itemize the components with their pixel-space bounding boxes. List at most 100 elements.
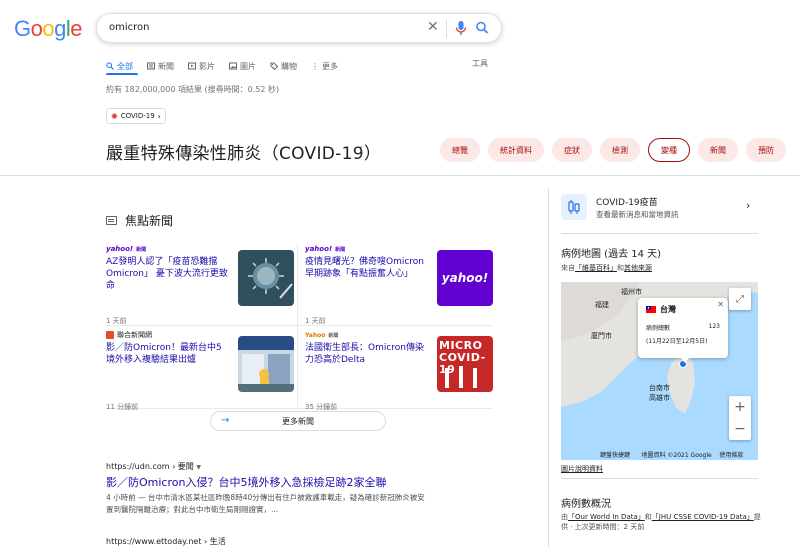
news-thumbnail [238, 250, 294, 306]
logo-letter: e [70, 16, 83, 41]
logo-letter: o [30, 16, 43, 41]
result-title[interactable]: 影／防Omicron入侵？台中5境外移入急採檢足跡2家全聯 [106, 474, 386, 490]
search-tabs: 全部 新聞 影片 圖片 購物 ⋮ 更多 [106, 58, 352, 74]
video-icon [188, 62, 196, 70]
pill-prevention[interactable]: 預防 [746, 138, 786, 162]
news-card[interactable]: yahoo! 新聞 AZ發明人認了「疫苗恐難擋Omicron」 憂下波大流行更致… [106, 244, 294, 326]
virus-icon: ✺ [111, 111, 118, 121]
udn-logo-icon [106, 331, 114, 339]
case-overview-title: 病例數概況 [561, 499, 611, 510]
case-map-title: 病例地圖 (過去 14 天) [561, 249, 662, 260]
divider [446, 20, 447, 38]
tab-shopping[interactable]: 購物 [270, 58, 297, 74]
google-logo[interactable]: Google [14, 16, 83, 42]
result-snippet: 置到醫院隔離治療；對此台中市衛生局剛剛證實，... [106, 505, 279, 514]
more-news-button[interactable]: → 更多新聞 [210, 411, 386, 431]
pill-symptoms[interactable]: 症狀 [552, 138, 592, 162]
map-data-credit: 地圖資料 ©2021 Google [641, 452, 712, 459]
case-map-source: 來自「維基百科」和其他來源 [561, 264, 652, 272]
popup-region: 台灣 [660, 305, 676, 314]
news-time: 1 天前 [305, 317, 326, 325]
tab-more[interactable]: ⋮ 更多 [311, 58, 338, 74]
vaccine-title[interactable]: COVID-19疫苗 [596, 195, 658, 208]
zoom-out-button[interactable]: − [729, 418, 751, 440]
divider [561, 478, 758, 479]
divider [0, 175, 800, 176]
arrow-right-icon: → [221, 415, 230, 426]
popup-case-label: 病例總數 [646, 325, 671, 332]
news-time: 1 天前 [106, 317, 127, 325]
logo-letter: G [14, 16, 31, 41]
close-icon[interactable]: ✕ [717, 300, 724, 309]
mic-icon[interactable] [455, 20, 467, 39]
covid-chip[interactable]: ✺ COVID-19 › [106, 108, 166, 124]
taiwan-flag-icon [646, 306, 656, 313]
tag-icon [270, 62, 278, 70]
zoom-control: + − [729, 396, 751, 440]
result-stats: 約有 182,000,000 項結果 (搜尋時間：0.52 秒) [106, 85, 280, 94]
result-url[interactable]: https://udn.com › 要聞 ▼ [106, 461, 201, 472]
topic-title: 嚴重特殊傳染性肺炎（COVID-19） [106, 144, 382, 164]
zoom-in-button[interactable]: + [729, 396, 751, 418]
case-overview-source: 由「Our World In Data」和「JHU CSSE COVID-19 … [561, 513, 761, 531]
active-tab-indicator [106, 73, 138, 75]
news-card[interactable]: 聯合新聞網 影／防Omicron！最新台中5境外移入複驗結果出爐 11 分鐘前 [106, 330, 294, 412]
case-map[interactable]: 福州市 福建 廈門市 台南市 高雄市 台灣 ✕ 病例總數 123 (11月22日… [561, 282, 758, 460]
news-headline[interactable]: AZ發明人認了「疫苗恐難擋Omicron」 憂下波大流行更致命 [106, 256, 228, 292]
divider [561, 233, 758, 234]
chevron-right-icon: › [157, 111, 161, 121]
search-box[interactable]: omicron ✕ [96, 13, 502, 43]
search-input[interactable]: omicron [109, 22, 149, 33]
popup-case-value: 123 [708, 323, 720, 330]
pill-testing[interactable]: 檢測 [600, 138, 640, 162]
close-icon[interactable]: ✕ [427, 19, 439, 35]
popup-date-range: (11月22日至12月5日) [646, 338, 708, 345]
pill-news[interactable]: 新聞 [698, 138, 738, 162]
vaccine-subtitle: 查看最新消息和當地資訊 [596, 210, 679, 219]
top-stories-heading: 焦點新聞 [106, 212, 173, 229]
news-headline[interactable]: 疫情見曙光？佛奇嗖Omicron早期跡象「有點振奮人心」 [305, 256, 427, 280]
map-footer: 鍵盤快捷鍵 地圖資料 ©2021 Google 使用條款 [600, 450, 743, 459]
news-thumbnail: MICRO COVID-19 [437, 336, 493, 392]
logo-letter: g [54, 16, 66, 41]
map-label-xiamen: 廈門市 [591, 331, 612, 340]
news-card[interactable]: yahoo! 新聞 疫情見曙光？佛奇嗖Omicron早期跡象「有點振奮人心」 1… [305, 244, 493, 326]
divider [548, 188, 549, 547]
fullscreen-icon[interactable]: ⤢ [729, 288, 751, 310]
pill-variants[interactable]: 變種 [648, 138, 690, 162]
news-time: 11 分鐘前 [106, 403, 139, 411]
news-card[interactable]: Yahoo 新聞 法國衛生部長：Omicron傳染力恐高於Delta 35 分鐘… [305, 330, 493, 412]
popup-pointer [681, 358, 689, 363]
caret-down-icon: ▼ [196, 464, 201, 471]
result-url[interactable]: https://www.ettoday.net › 生活 [106, 536, 226, 547]
map-label-tainan: 台南市 [649, 383, 670, 392]
chevron-right-icon[interactable]: › [746, 199, 750, 212]
image-icon [229, 62, 237, 70]
map-label-kaohsiung: 高雄市 [649, 393, 670, 402]
tools-button[interactable]: 工具 [472, 58, 488, 69]
pill-statistics[interactable]: 統計資料 [488, 138, 544, 162]
keyboard-shortcuts-link[interactable]: 鍵盤快捷鍵 [600, 452, 630, 459]
news-headline[interactable]: 法國衛生部長：Omicron傳染力恐高於Delta [305, 342, 427, 366]
topic-pills: 總覽 統計資料 症狀 檢測 變種 新聞 預防 [440, 138, 786, 162]
pill-overview[interactable]: 總覽 [440, 138, 480, 162]
terms-link[interactable]: 使用條款 [719, 452, 743, 459]
news-thumbnail [238, 336, 294, 392]
tab-images[interactable]: 圖片 [229, 58, 256, 74]
logo-letter: o [42, 16, 55, 41]
map-label-fujian: 福建 [595, 300, 609, 309]
result-snippet: 4 小時前 — 台中市清水區某社區昨晚8時40分傳出有住戶被救護車載走，疑為確診… [106, 493, 425, 502]
tab-news[interactable]: 新聞 [147, 58, 174, 74]
tab-videos[interactable]: 影片 [188, 58, 215, 74]
map-label-fuzhou: 福州市 [621, 287, 642, 296]
newspaper-icon [106, 216, 117, 225]
newspaper-icon [147, 62, 155, 70]
news-headline[interactable]: 影／防Omicron！最新台中5境外移入複驗結果出爐 [106, 342, 228, 366]
search-icon [106, 62, 114, 70]
search-icon[interactable] [475, 20, 489, 39]
map-info-link[interactable]: 圖片說明資料 [561, 464, 603, 474]
more-vert-icon: ⋮ [311, 61, 319, 71]
more-vert-icon[interactable]: ⋮ [355, 144, 367, 158]
tab-all[interactable]: 全部 [106, 58, 133, 74]
map-popup: 台灣 ✕ 病例總數 123 (11月22日至12月5日) [638, 298, 728, 358]
